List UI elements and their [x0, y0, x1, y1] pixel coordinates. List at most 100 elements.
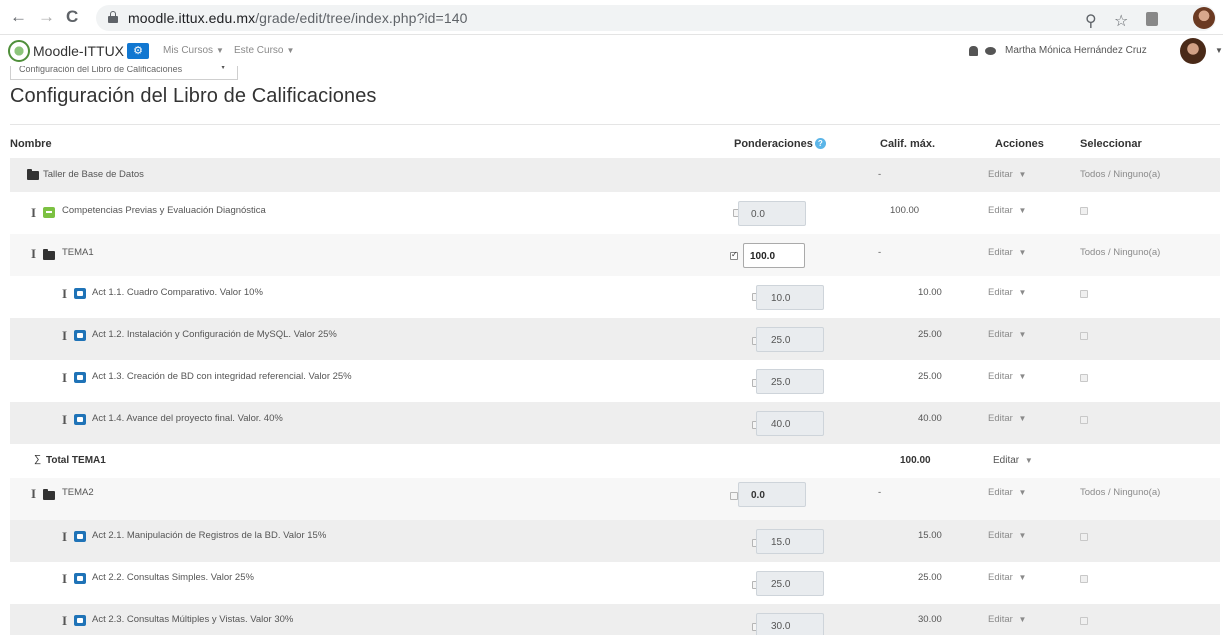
grade-item-row: I Act 1.2. Instalación y Configuración d… [10, 318, 1220, 360]
grade-item-name[interactable]: Competencias Previas y Evaluación Diagnó… [62, 205, 266, 216]
edit-label: Editar [988, 413, 1013, 424]
weight-input[interactable]: 25.0 [756, 327, 824, 352]
quiz-icon [74, 615, 86, 626]
edit-menu[interactable]: Editar ▼ [988, 329, 1026, 340]
select-all-none-link[interactable]: Todos / Ninguno(a) [1080, 487, 1160, 498]
forward-arrow-icon[interactable]: → [38, 8, 55, 26]
edit-label: Editar [988, 487, 1013, 498]
weight-override-checkbox[interactable] [730, 492, 738, 500]
select-checkbox[interactable] [1080, 617, 1088, 625]
quiz-icon [74, 414, 86, 425]
weight-input[interactable]: 25.0 [756, 369, 824, 394]
drag-handle-icon[interactable]: I [62, 370, 67, 386]
chevron-down-icon[interactable]: ▼ [1215, 46, 1223, 55]
weight-input[interactable]: 25.0 [756, 571, 824, 596]
grade-item-row: I Act 1.1. Cuadro Comparativo. Valor 10%… [10, 276, 1220, 318]
chevron-down-icon: ▼ [1018, 488, 1027, 497]
address-bar[interactable]: moodle.ittux.edu.mx/grade/edit/tree/inde… [96, 5, 1216, 31]
chevron-down-icon: ▼ [219, 66, 227, 71]
drag-handle-icon[interactable]: I [62, 529, 67, 545]
select-checkbox[interactable] [1080, 332, 1088, 340]
edit-menu[interactable]: Editar ▼ [993, 455, 1033, 466]
edit-menu[interactable]: Editar ▼ [988, 487, 1026, 498]
grade-item-name[interactable]: Act 2.2. Consultas Simples. Valor 25% [92, 572, 254, 583]
moodle-logo-icon[interactable] [8, 40, 30, 62]
drag-handle-icon[interactable]: I [62, 613, 67, 629]
este-curso-menu[interactable]: Este Curso ▼ [234, 45, 294, 56]
weight-input[interactable]: 100.0 [743, 243, 805, 268]
folder-icon [43, 249, 55, 260]
column-header-seleccionar: Seleccionar [1080, 138, 1142, 150]
help-icon[interactable]: ? [814, 138, 826, 149]
zoom-icon[interactable]: ⚲ [1085, 11, 1097, 31]
mis-cursos-menu[interactable]: Mis Cursos ▼ [163, 45, 224, 56]
select-checkbox[interactable] [1080, 575, 1088, 583]
extension-icon[interactable] [1146, 12, 1158, 26]
grade-item-name[interactable]: Act 1.3. Creación de BD con integridad r… [92, 371, 352, 382]
drag-handle-icon[interactable]: I [62, 286, 67, 302]
max-grade: 25.00 [918, 329, 942, 340]
edit-menu[interactable]: Editar ▼ [988, 614, 1026, 625]
gear-icon[interactable]: ⚙ [127, 43, 149, 59]
reload-icon[interactable]: C [66, 8, 78, 26]
quiz-icon [74, 372, 86, 383]
category-row-root: Taller de Base de Datos - Editar ▼ Todos… [10, 158, 1220, 192]
grade-item-name[interactable]: Act 1.2. Instalación y Configuración de … [92, 329, 337, 340]
grade-item-name[interactable]: Act 2.1. Manipulación de Registros de la… [92, 530, 326, 541]
weight-input[interactable]: 10.0 [756, 285, 824, 310]
drag-handle-icon[interactable]: I [62, 328, 67, 344]
site-name[interactable]: Moodle-ITTUX [33, 43, 124, 59]
weight-override-checkbox[interactable] [730, 250, 738, 260]
edit-menu[interactable]: Editar ▼ [988, 205, 1026, 216]
weight-input[interactable]: 30.0 [756, 613, 824, 635]
select-checkbox[interactable] [1080, 374, 1088, 382]
chevron-down-icon: ▼ [1024, 456, 1033, 465]
drag-handle-icon[interactable]: I [31, 486, 36, 502]
drag-handle-icon[interactable]: I [31, 246, 36, 262]
folder-icon [27, 169, 39, 180]
chevron-down-icon: ▼ [1018, 615, 1027, 624]
quiz-icon [74, 288, 86, 299]
edit-label: Editar [988, 371, 1013, 382]
grade-item-name[interactable]: Act 1.4. Avance del proyecto final. Valo… [92, 413, 283, 424]
weight-input[interactable]: 0.0 [738, 201, 806, 226]
bell-icon[interactable] [969, 46, 978, 56]
select-all-none-link[interactable]: Todos / Ninguno(a) [1080, 169, 1160, 180]
drag-handle-icon[interactable]: I [62, 412, 67, 428]
max-grade: 100.00 [900, 455, 931, 466]
edit-menu[interactable]: Editar ▼ [988, 371, 1026, 382]
select-checkbox[interactable] [1080, 416, 1088, 424]
chevron-down-icon: ▼ [1018, 248, 1027, 257]
edit-menu[interactable]: Editar ▼ [988, 287, 1026, 298]
back-arrow-icon[interactable]: ← [10, 8, 27, 26]
drag-handle-icon[interactable]: I [62, 571, 67, 587]
select-checkbox[interactable] [1080, 533, 1088, 541]
weight-input[interactable]: 40.0 [756, 411, 824, 436]
gradebook-navigation-select[interactable]: Configuración del Libro de Calificacione… [10, 66, 238, 80]
select-checkbox[interactable] [1080, 207, 1088, 215]
user-name[interactable]: Martha Mónica Hernández Cruz [1005, 45, 1147, 56]
edit-menu[interactable]: Editar ▼ [988, 530, 1026, 541]
grade-item-name[interactable]: Act 1.1. Cuadro Comparativo. Valor 10% [92, 287, 263, 298]
edit-label: Editar [993, 455, 1020, 466]
category-row-tema1: I TEMA1 100.0 - Editar ▼ Todos / Ninguno… [10, 234, 1220, 276]
max-grade: - [878, 487, 882, 498]
select-all-none-link[interactable]: Todos / Ninguno(a) [1080, 247, 1160, 258]
drag-handle-icon[interactable]: I [31, 205, 36, 221]
avatar[interactable] [1180, 38, 1206, 64]
category-total-row: ∑ Total TEMA1 100.00 Editar ▼ [10, 444, 1220, 478]
edit-menu[interactable]: Editar ▼ [988, 247, 1026, 258]
bookmark-star-icon[interactable]: ☆ [1114, 11, 1128, 31]
grade-item-name[interactable]: Act 2.3. Consultas Múltiples y Vistas. V… [92, 614, 293, 625]
weight-input[interactable]: 0.0 [738, 482, 806, 507]
select-checkbox[interactable] [1080, 290, 1088, 298]
grade-item-row: I Act 1.4. Avance del proyecto final. Va… [10, 402, 1220, 444]
chat-bubble-icon[interactable] [985, 47, 996, 55]
edit-menu[interactable]: Editar ▼ [988, 413, 1026, 424]
edit-label: Editar [988, 169, 1013, 180]
edit-menu[interactable]: Editar ▼ [988, 169, 1026, 180]
edit-menu[interactable]: Editar ▼ [988, 572, 1026, 583]
weight-input[interactable]: 15.0 [756, 529, 824, 554]
edit-label: Editar [988, 329, 1013, 340]
browser-profile-avatar[interactable] [1193, 7, 1215, 29]
